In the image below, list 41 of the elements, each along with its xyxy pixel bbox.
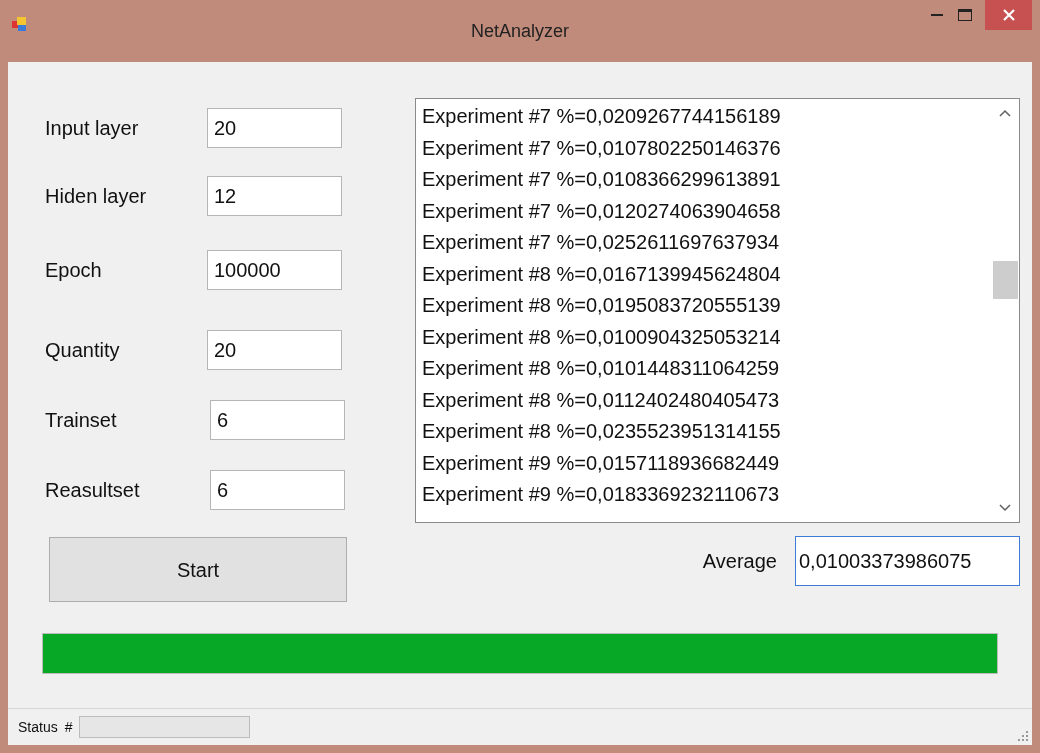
scroll-up-icon[interactable] bbox=[999, 109, 1011, 117]
result-line[interactable]: Experiment #8 %=0,0195083720555139 bbox=[422, 290, 991, 322]
field-label: Reasultset bbox=[45, 478, 141, 503]
result-line[interactable]: Experiment #7 %=0,0252611697637934 bbox=[422, 227, 991, 259]
result-line[interactable]: Experiment #8 %=0,0235523951314155 bbox=[422, 416, 991, 448]
close-button[interactable] bbox=[985, 0, 1032, 30]
window-title: NetAnalyzer bbox=[470, 19, 569, 43]
number-field[interactable]: 100000 bbox=[207, 250, 342, 290]
scroll-down-icon[interactable] bbox=[999, 504, 1011, 512]
status-label: Status bbox=[18, 717, 58, 737]
field-label: Hiden layer bbox=[45, 184, 148, 209]
close-icon bbox=[1002, 9, 1015, 21]
average-field[interactable]: 0,01003373986075 bbox=[795, 536, 1020, 586]
result-line[interactable]: Experiment #7 %=0,0107802250146376 bbox=[422, 132, 991, 164]
field-label: Input layer bbox=[45, 116, 140, 141]
number-field[interactable]: 6 bbox=[210, 470, 345, 510]
app-icon bbox=[12, 16, 28, 32]
number-field[interactable]: 6 bbox=[210, 400, 345, 440]
field-label: Quantity bbox=[45, 338, 121, 363]
field-label: Epoch bbox=[45, 258, 103, 283]
results-listbox[interactable] bbox=[415, 98, 1020, 523]
number-field[interactable]: 20 bbox=[207, 330, 342, 370]
result-line[interactable]: Experiment #8 %=0,0167139945624804 bbox=[422, 258, 991, 290]
number-field[interactable]: 20 bbox=[207, 108, 342, 148]
result-line[interactable]: Experiment #7 %=0,0209267744156189 bbox=[422, 101, 991, 133]
result-line[interactable]: Experiment #8 %=0,0101448311064259 bbox=[422, 353, 991, 385]
number-field[interactable]: 12 bbox=[207, 176, 342, 216]
start-button[interactable]: Start bbox=[49, 537, 347, 602]
minimize-icon bbox=[931, 13, 943, 17]
resize-grip-icon[interactable] bbox=[1018, 731, 1028, 741]
result-line[interactable]: Experiment #7 %=0,0120274063904658 bbox=[422, 195, 991, 227]
result-line[interactable]: Experiment #9 %=0,0157118936682449 bbox=[422, 447, 991, 479]
result-line[interactable]: Experiment #7 %=0,0108366299613891 bbox=[422, 164, 991, 196]
result-line[interactable]: Experiment #8 %=0,0100904325053214 bbox=[422, 321, 991, 353]
result-line[interactable]: Experiment #9 %=0,0183369232110673 bbox=[422, 479, 991, 511]
result-line[interactable]: Experiment #8 %=0,0112402480405473 bbox=[422, 384, 991, 416]
average-label: Average bbox=[702, 549, 777, 574]
scroll-thumb[interactable] bbox=[992, 261, 1018, 299]
status-hash: # bbox=[64, 717, 73, 737]
field-label: Trainset bbox=[45, 408, 118, 433]
maximize-icon bbox=[958, 9, 972, 21]
